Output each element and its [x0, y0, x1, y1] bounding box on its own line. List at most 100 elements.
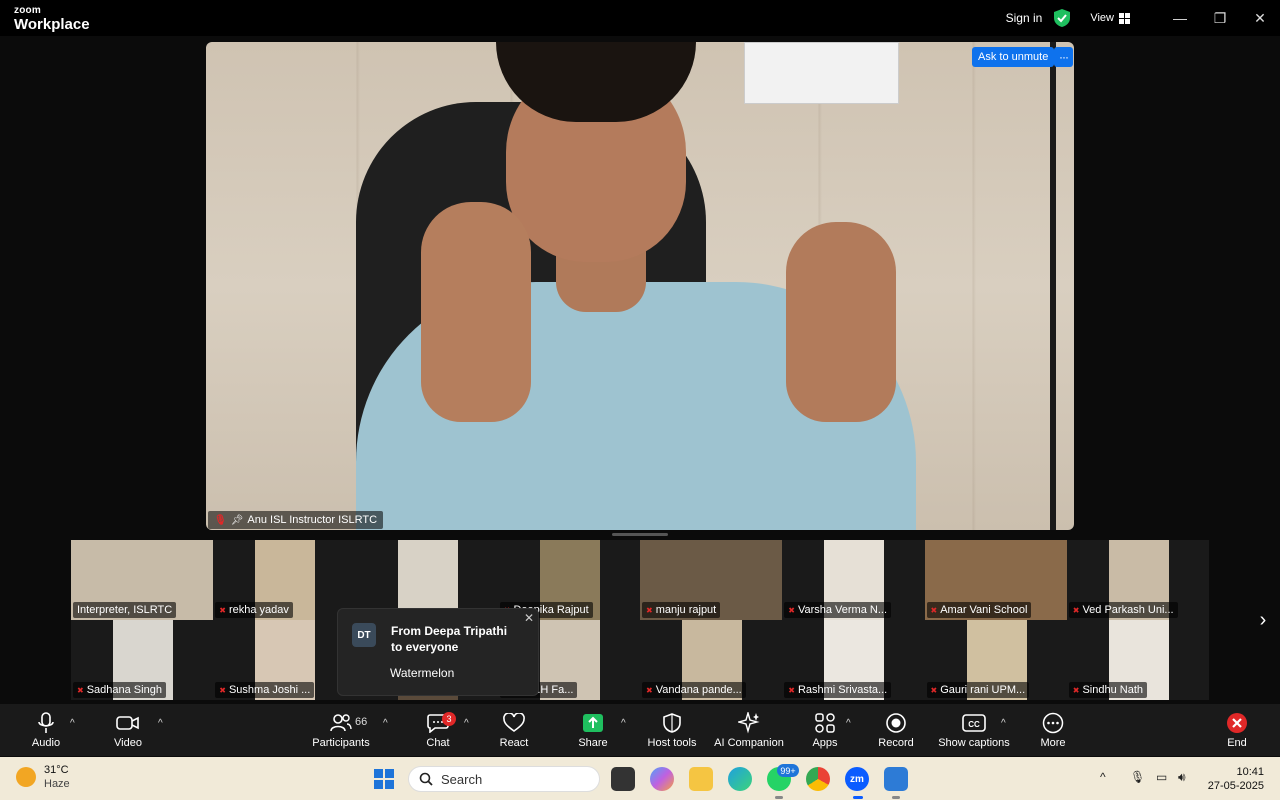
participant-tile[interactable]: ✖ Sushma Joshi ...	[213, 620, 356, 700]
end-meeting-button[interactable]: End	[1222, 704, 1252, 756]
copilot-icon[interactable]	[650, 767, 674, 791]
active-speaker-video[interactable]	[206, 42, 1074, 530]
tray-overflow-chevron-icon[interactable]: ^	[1100, 770, 1106, 784]
weather-widget[interactable]: 31°C Haze	[16, 763, 70, 791]
participants-icon	[330, 711, 352, 735]
host-tools-button[interactable]: Host tools	[646, 704, 698, 756]
end-label: End	[1227, 737, 1247, 749]
participant-name-label: ✖ Sushma Joshi ...	[215, 682, 315, 698]
minimize-button[interactable]: —	[1160, 0, 1200, 36]
participant-name-label: ✖ Vandana pande...	[642, 682, 746, 698]
active-speaker-name: Anu ISL Instructor ISLRTC	[247, 514, 378, 526]
logo-bottom: Workplace	[14, 16, 90, 33]
video-more-options-button[interactable]: ···	[1054, 47, 1073, 67]
sparkle-icon	[738, 711, 760, 735]
more-label: More	[1040, 737, 1066, 749]
participants-count: 66	[355, 716, 368, 728]
chat-notification[interactable]: DT From Deepa Tripathi to everyone Water…	[337, 608, 539, 696]
taskbar-clock[interactable]: 10:41 27-05-2025	[1200, 765, 1264, 793]
windows-taskbar: 31°C Haze Search zm ^ 🎙︎ ▭ 🔊︎ 10:41 27-0…	[0, 757, 1280, 800]
share-screen-icon	[582, 711, 604, 735]
participant-tile[interactable]: ✖ Sadhana Singh	[71, 620, 213, 700]
audio-options-chevron-icon[interactable]: ^	[70, 718, 75, 729]
windows-start-icon[interactable]	[374, 769, 394, 789]
zoom-app-icon[interactable]: zm	[845, 767, 869, 791]
more-button[interactable]: More	[1036, 704, 1070, 756]
participant-tile[interactable]: ✖ manju rajput	[640, 540, 782, 620]
tray-microphone-icon[interactable]: 🎙︎	[1130, 770, 1145, 784]
apps-button[interactable]: Apps	[811, 704, 839, 756]
grid-view-icon	[1119, 12, 1130, 24]
title-bar-right: Sign in View — ❐ ✕	[1006, 0, 1280, 36]
gallery-strip: Interpreter, ISLRTC✖rekha yadav✖Deepika …	[71, 540, 1209, 700]
gallery-next-page-button[interactable]: ›	[1252, 608, 1274, 632]
apps-icon	[814, 711, 836, 735]
volume-icon[interactable]: 🔊︎	[1178, 770, 1186, 785]
record-button[interactable]: Record	[876, 704, 916, 756]
ask-to-unmute-button[interactable]: Ask to unmute	[972, 47, 1055, 67]
participant-name-label: ✖ Gauri rani UPM...	[926, 682, 1030, 698]
react-label: React	[499, 737, 529, 749]
close-window-button[interactable]: ✕	[1240, 0, 1280, 36]
participant-name: manju rajput	[655, 604, 717, 616]
file-explorer-icon[interactable]	[689, 767, 713, 791]
task-view-icon[interactable]	[611, 767, 635, 791]
sender-avatar: DT	[352, 623, 376, 647]
show-captions-label: Show captions	[938, 737, 1010, 749]
video-options-chevron-icon[interactable]: ^	[158, 718, 163, 729]
mic-muted-icon: ✖	[788, 685, 795, 695]
participants-button[interactable]: Participants	[310, 704, 372, 756]
temperature: 31°C	[44, 764, 69, 776]
participant-tile[interactable]: ✖ rekha yadav	[213, 540, 356, 620]
audio-button[interactable]: Audio	[26, 704, 66, 756]
participant-name: Amar Vani School	[940, 604, 1028, 616]
participant-name-label: ✖ Rashmi Srivasta...	[784, 682, 892, 698]
participant-tile[interactable]: ✖ Sindhu Nath	[1066, 620, 1209, 700]
share-options-chevron-icon[interactable]: ^	[621, 718, 626, 729]
ai-companion-label: AI Companion	[714, 737, 784, 749]
captions-options-chevron-icon[interactable]: ^	[1001, 718, 1006, 729]
participant-name-label: ✖ rekha yadav	[215, 602, 293, 618]
notepad-icon[interactable]	[884, 767, 908, 791]
restore-button[interactable]: ❐	[1200, 0, 1240, 36]
participant-name-label: ✖ Ved Parkash Uni...	[1068, 602, 1178, 618]
mic-muted-icon: ✖	[1072, 685, 1080, 695]
network-icon[interactable]: ▭	[1156, 770, 1167, 784]
participants-options-chevron-icon[interactable]: ^	[383, 718, 388, 729]
edge-browser-icon[interactable]	[728, 767, 752, 791]
participant-tile[interactable]: Interpreter, ISLRTC	[71, 540, 213, 620]
apps-options-chevron-icon[interactable]: ^	[846, 718, 851, 729]
react-button[interactable]: React	[496, 704, 532, 756]
mic-muted-icon: ✖	[219, 605, 226, 615]
clock-date: 27-05-2025	[1207, 780, 1264, 792]
chat-unread-badge: 3	[442, 712, 456, 726]
whatsapp-active-indicator	[775, 796, 783, 799]
security-shield-icon[interactable]	[1054, 9, 1071, 27]
taskbar-search[interactable]: Search	[408, 766, 600, 792]
zoom-workplace-logo: zoom Workplace	[14, 6, 90, 33]
gallery-resize-handle[interactable]	[612, 533, 668, 536]
participant-tile[interactable]: ✖ Amar Vani School	[924, 540, 1067, 620]
view-button[interactable]: View	[1090, 12, 1130, 24]
view-label: View	[1090, 12, 1114, 24]
participant-tile[interactable]: ✖ Ved Parkash Uni...	[1066, 540, 1209, 620]
share-button[interactable]: Share	[575, 704, 611, 756]
closed-captions-icon: CC	[962, 711, 986, 735]
video-pole	[1050, 42, 1056, 530]
sign-in-link[interactable]: Sign in	[1006, 11, 1043, 25]
chrome-icon[interactable]	[806, 767, 830, 791]
participant-tile[interactable]: ✖ Varsha Verma N...	[782, 540, 925, 620]
participant-tile[interactable]: ✖ Gauri rani UPM...	[924, 620, 1067, 700]
video-button[interactable]: Video	[108, 704, 148, 756]
mic-muted-icon: ✖	[219, 685, 226, 695]
chat-notification-close-button[interactable]: ✕	[524, 611, 534, 625]
chat-options-chevron-icon[interactable]: ^	[464, 718, 469, 729]
participant-name: Vandana pande...	[655, 684, 742, 696]
haze-weather-icon	[16, 767, 36, 787]
mic-muted-icon: ✖	[646, 605, 653, 615]
show-captions-button[interactable]: CC Show captions	[937, 704, 1011, 756]
video-person-left-hand	[421, 202, 531, 422]
participant-tile[interactable]: ✖ Rashmi Srivasta...	[782, 620, 925, 700]
participant-tile[interactable]: ✖ Vandana pande...	[640, 620, 782, 700]
ai-companion-button[interactable]: AI Companion	[712, 704, 786, 756]
